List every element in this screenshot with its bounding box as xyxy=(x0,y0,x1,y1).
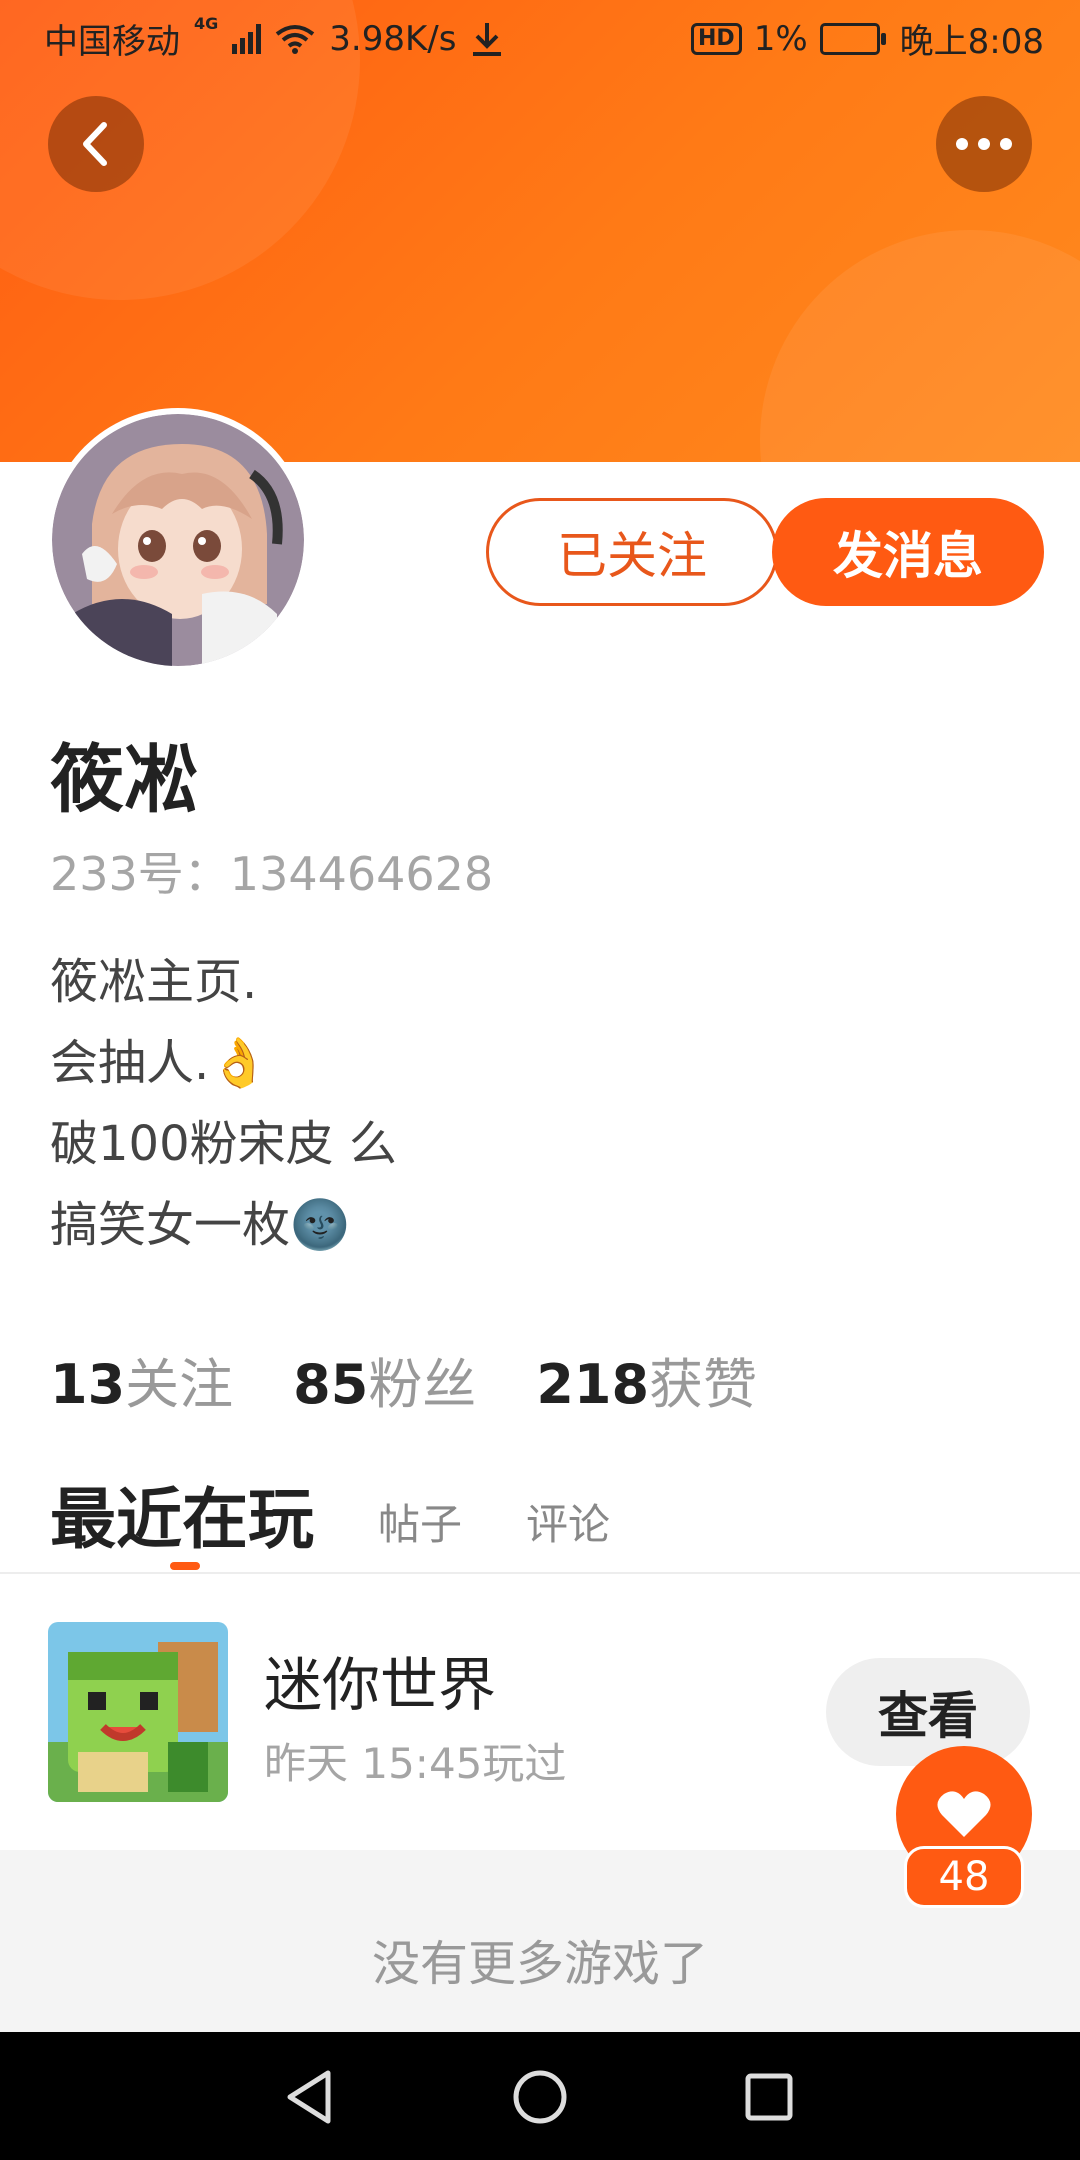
following-button[interactable]: 已关注 xyxy=(486,498,778,606)
ok-hand-emoji: 👌 xyxy=(209,1035,270,1091)
tab-indicator xyxy=(170,1562,200,1570)
no-more-games-text: 没有更多游戏了 xyxy=(371,1936,708,1992)
view-game-button[interactable]: 查看 xyxy=(826,1658,1030,1766)
stat-fans[interactable]: 85粉丝 xyxy=(293,1340,476,1419)
stat-likes[interactable]: 218获赞 xyxy=(536,1340,757,1419)
like-count: 48 xyxy=(904,1846,1024,1908)
nav-home-button[interactable] xyxy=(505,2062,575,2132)
moon-face-emoji: 🌚 xyxy=(290,1197,350,1253)
carrier-label: 中国移动 xyxy=(44,22,180,62)
download-icon xyxy=(473,22,502,56)
triangle-back-icon xyxy=(287,2070,331,2124)
profile-tabs: 最近在玩 帖子 评论 xyxy=(50,1466,610,1562)
network-speed: 3.98K/s xyxy=(329,18,457,59)
network-type: 4G xyxy=(194,14,219,33)
bio-line: 搞笑女一枚 🌚 xyxy=(50,1185,397,1266)
game-played-time: 昨天 15:45玩过 xyxy=(264,1739,567,1788)
game-icon[interactable] xyxy=(48,1622,228,1802)
more-dots-icon xyxy=(956,138,1012,150)
tab-recent-games[interactable]: 最近在玩 xyxy=(50,1466,314,1562)
nav-recents-button[interactable] xyxy=(734,2062,804,2132)
stat-following[interactable]: 13关注 xyxy=(50,1340,233,1419)
nav-back-button[interactable] xyxy=(274,2062,344,2132)
battery-icon xyxy=(819,22,886,55)
game-title[interactable]: 迷你世界 xyxy=(264,1638,496,1722)
square-recents-icon xyxy=(745,2073,793,2121)
profile-uid: 233号：134464628 xyxy=(50,847,494,901)
signal-icon xyxy=(232,23,262,54)
bio-line: 会抽人. 👌 xyxy=(50,1023,397,1104)
heart-icon xyxy=(937,1791,991,1837)
battery-percent: 1% xyxy=(753,18,808,59)
avatar[interactable] xyxy=(52,414,304,666)
more-button[interactable] xyxy=(936,96,1032,192)
profile-name: 筱凇 xyxy=(50,737,198,823)
clock: 晚上8:08 xyxy=(899,22,1044,62)
hd-icon: HD xyxy=(691,22,742,55)
bio-line: 破100粉宋皮 么 xyxy=(50,1116,397,1172)
circle-home-icon xyxy=(513,2070,567,2124)
tab-comments[interactable]: 评论 xyxy=(526,1491,610,1562)
status-bar: 中国移动 4G 3.98K/s HD 1% 晚上8:08 xyxy=(0,0,1080,72)
profile-stats: 13关注 85粉丝 218获赞 xyxy=(50,1340,757,1419)
wifi-icon xyxy=(276,24,315,54)
chevron-left-icon xyxy=(83,122,107,166)
profile-bio: 筱凇主页. 会抽人. 👌 破100粉宋皮 么 搞笑女一枚 🌚 xyxy=(50,942,397,1266)
tab-divider xyxy=(0,1572,1080,1574)
send-message-button[interactable]: 发消息 xyxy=(772,498,1044,606)
back-button[interactable] xyxy=(48,96,144,192)
bio-line: 筱凇主页. xyxy=(50,954,258,1010)
tab-posts[interactable]: 帖子 xyxy=(378,1491,462,1562)
